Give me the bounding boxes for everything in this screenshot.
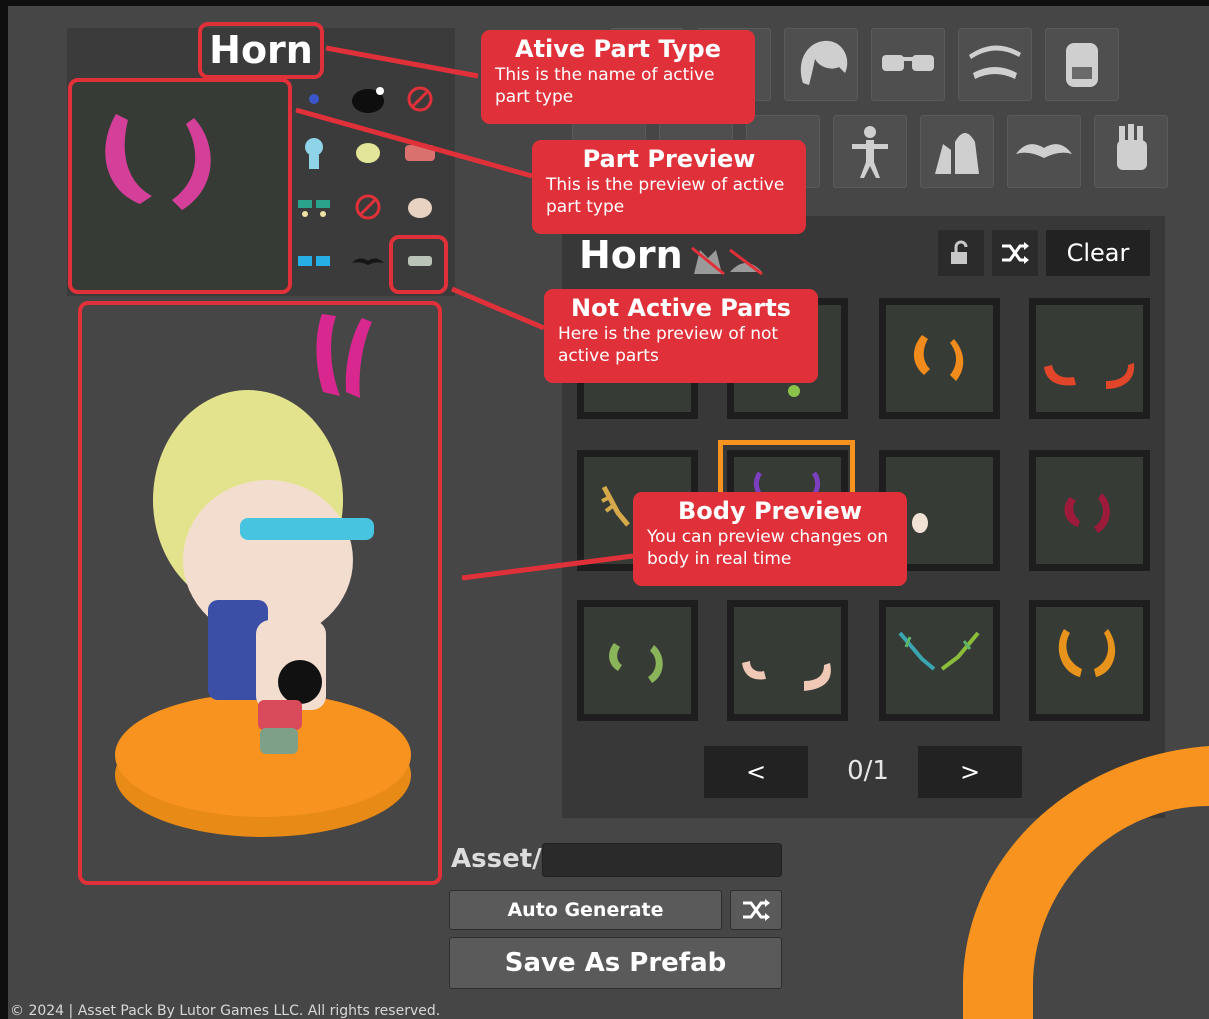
callout-body-preview: Body Preview You can preview changes on … <box>633 492 907 586</box>
callout-part-preview: Part Preview This is the preview of acti… <box>532 140 806 234</box>
callout-active-part-type: Ative Part Type This is the name of acti… <box>481 30 755 124</box>
callout-body: Here is the preview of not active parts <box>558 324 779 366</box>
copyright-footer: © 2024 | Asset Pack By Lutor Games LLC. … <box>10 1003 441 1019</box>
callout-title: Not Active Parts <box>571 294 791 322</box>
callout-body: You can preview changes on body in real … <box>647 527 889 569</box>
editor-window: Horn Horn Clear < 0/1 > Asset/ Auto Gene… <box>8 6 1209 1019</box>
callout-not-active-parts: Not Active Parts Here is the preview of … <box>544 289 818 383</box>
callout-title: Part Preview <box>582 145 756 173</box>
callout-body: This is the name of active part type <box>495 65 715 107</box>
callout-title: Body Preview <box>678 497 862 525</box>
callout-body: This is the preview of active part type <box>546 175 785 217</box>
callout-title: Ative Part Type <box>515 35 721 63</box>
